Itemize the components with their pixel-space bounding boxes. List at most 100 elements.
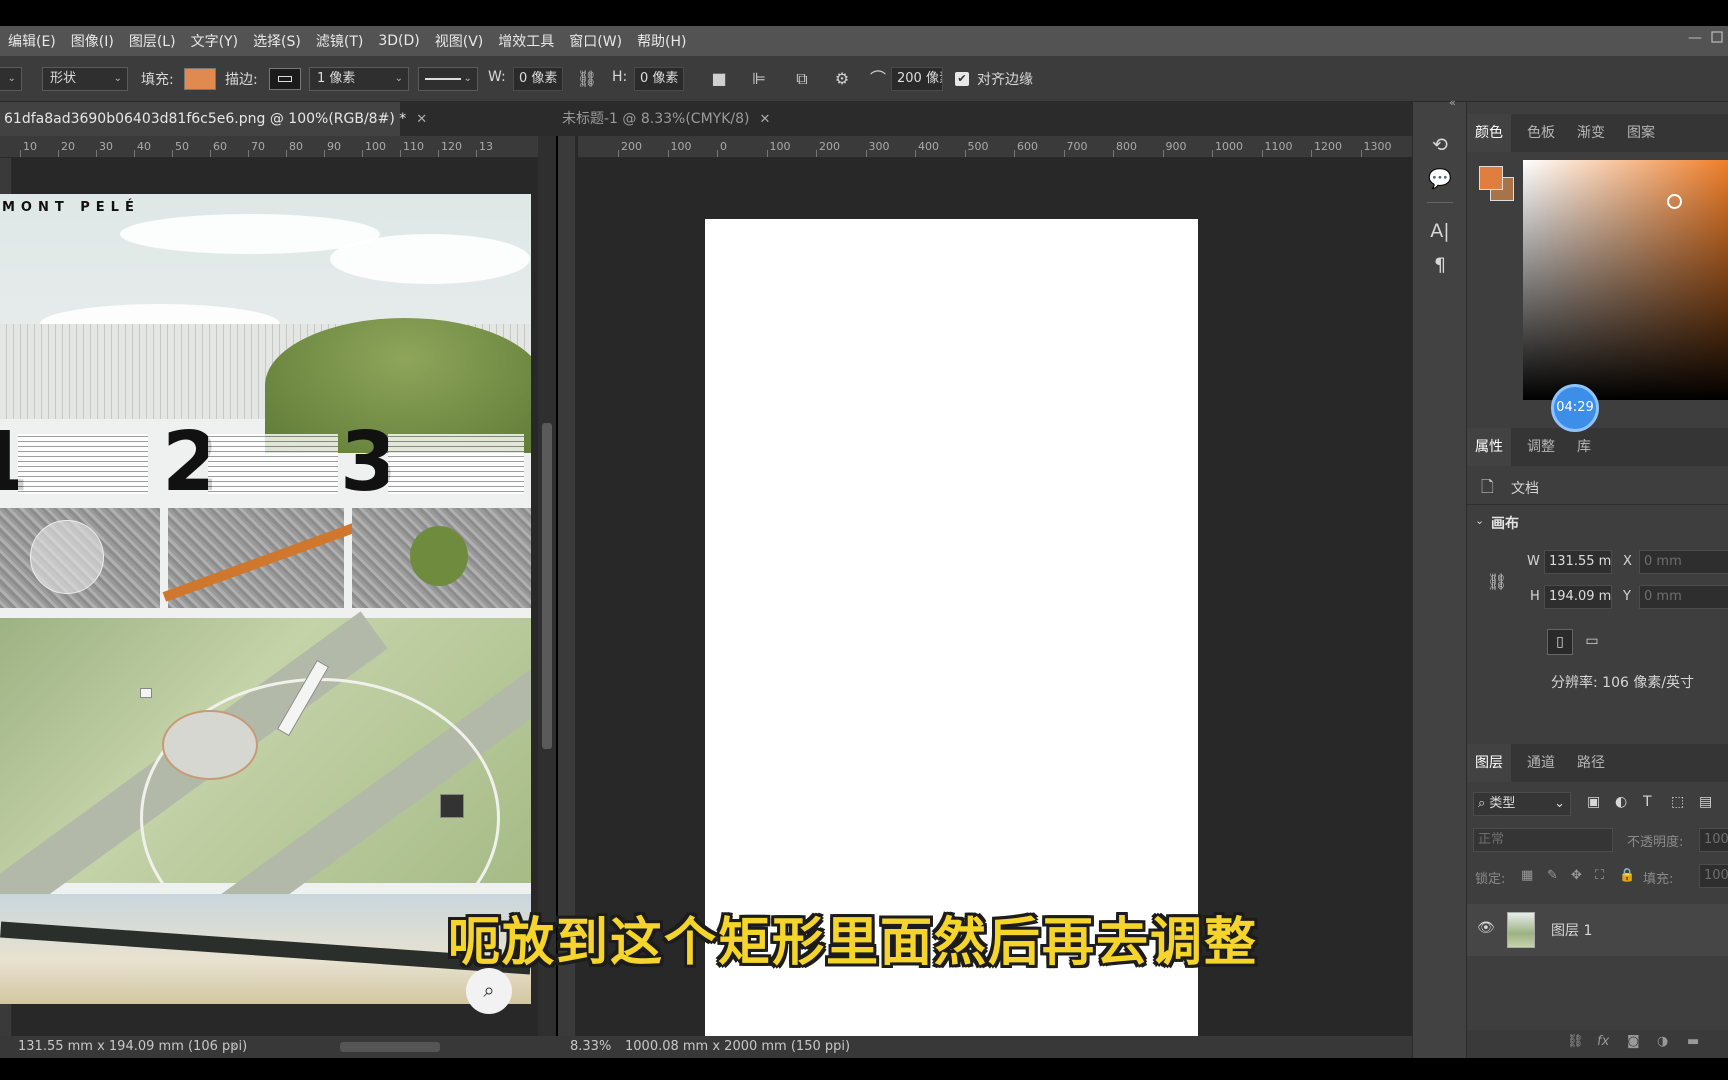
adjustment-layer-icon[interactable]: ◑ — [1657, 1034, 1668, 1049]
align-edges-checkbox[interactable]: ✔ — [955, 72, 969, 86]
stroke-width-value: 1 像素 — [317, 71, 356, 86]
gear-icon[interactable]: ⚙ — [831, 69, 853, 89]
menu-type[interactable]: 文字(Y) — [191, 31, 238, 51]
chevron-down-icon: ⌄ — [1554, 796, 1565, 811]
history-icon[interactable]: ⟲ — [1427, 132, 1453, 158]
path-arrangement-icon[interactable]: ⧉ — [790, 69, 814, 89]
shape-filter-icon[interactable]: ⬚ — [1671, 794, 1684, 810]
green-dome — [265, 318, 531, 453]
tab-gradients[interactable]: 渐变 — [1577, 114, 1605, 152]
opacity-input[interactable]: 100% — [1699, 828, 1728, 852]
ruler-tick-label: 30 — [99, 140, 113, 153]
close-icon[interactable]: ✕ — [759, 112, 770, 127]
comment-icon[interactable]: 💬 — [1427, 166, 1453, 192]
minimize-icon[interactable]: — — [1688, 30, 1702, 46]
ruler-tick-label: 800 — [1116, 140, 1137, 153]
tab-adjustments[interactable]: 调整 — [1527, 428, 1555, 466]
path-alignment-icon[interactable]: ⊫ — [748, 69, 770, 89]
canvas-height-input[interactable]: 194.09 mm — [1544, 585, 1612, 609]
lock-all-icon[interactable]: 🔒 — [1619, 868, 1635, 883]
paragraph-icon[interactable]: ¶ — [1427, 252, 1453, 278]
link-icon[interactable]: ⛓ — [1487, 572, 1507, 591]
menu-layer[interactable]: 图层(L) — [129, 31, 176, 51]
tool-preset-picker[interactable]: ⌄ — [0, 67, 22, 91]
ruler-tick-label: 110 — [403, 140, 424, 153]
tab-document-1[interactable]: 61dfa8ad3690b06403d81f6c5e6.png @ 100%(R… — [0, 102, 427, 136]
tab-paths[interactable]: 路径 — [1577, 744, 1605, 782]
close-icon[interactable]: ✕ — [416, 112, 427, 127]
canvas-width-input[interactable]: 131.55 mm — [1544, 550, 1612, 574]
menu-edit[interactable]: 编辑(E) — [8, 31, 56, 51]
height-input[interactable]: 0 像素 — [634, 67, 684, 91]
scrollbar-thumb[interactable] — [542, 423, 552, 749]
character-icon[interactable]: A| — [1427, 218, 1453, 244]
canvas-y-input[interactable]: 0 mm — [1639, 585, 1728, 609]
menu-image[interactable]: 图像(I) — [71, 31, 114, 51]
link-layers-icon[interactable]: ⛓ — [1567, 1034, 1584, 1049]
layer-filter-select[interactable]: ⌕ 类型 ⌄ — [1473, 792, 1571, 816]
menu-filter[interactable]: 滤镜(T) — [316, 31, 363, 51]
video-subtitle: 呃放到这个矩形里面然后再去调整 — [448, 913, 1259, 973]
portrait-orientation-icon[interactable]: ▯ — [1547, 629, 1573, 655]
doc1-size: 131.55 mm x 194.09 mm (106 ppi) — [18, 1039, 248, 1054]
foreground-color-swatch[interactable] — [1479, 166, 1503, 190]
mask-icon[interactable]: ◙ — [1627, 1034, 1640, 1049]
lock-position-icon[interactable]: ✥ — [1571, 868, 1582, 883]
tab-libraries[interactable]: 库 — [1577, 428, 1591, 466]
tab-document-2[interactable]: 未标题-1 @ 8.33%(CMYK/8) ✕ — [558, 102, 798, 136]
stroke-width-field[interactable]: 1 像素 ⌄ — [309, 67, 409, 91]
fill-input[interactable]: 100% — [1699, 864, 1728, 888]
fill-color-swatch[interactable] — [184, 68, 216, 90]
smart-object-filter-icon[interactable]: ▤ — [1699, 794, 1712, 810]
color-picker-handle[interactable] — [1667, 194, 1682, 209]
corner-radius-input[interactable]: 200 像素 — [891, 67, 943, 91]
document-icon: 🗋 — [1481, 477, 1494, 496]
lock-artboard-icon[interactable]: ⛶ — [1595, 868, 1604, 883]
poster-paragraph — [388, 434, 524, 494]
poster-title: MONT PELÉ — [2, 200, 140, 215]
color-field[interactable] — [1523, 160, 1728, 400]
landscape-orientation-icon[interactable]: ▭ — [1579, 629, 1605, 655]
lock-pixels-icon[interactable]: ✎ — [1547, 868, 1558, 883]
tab-swatches[interactable]: 色板 — [1527, 114, 1555, 152]
stroke-color-swatch[interactable] — [269, 68, 301, 90]
shape-mode-select[interactable]: 形状 ⌄ — [42, 67, 128, 91]
chevron-down-icon[interactable]: ⌄ — [1475, 514, 1484, 527]
lock-transparent-icon[interactable]: ▦ — [1521, 868, 1533, 883]
ruler-tick-label: 1000 — [1215, 140, 1243, 153]
menu-select[interactable]: 选择(S) — [253, 31, 301, 51]
width-input[interactable]: 0 像素 — [513, 67, 563, 91]
path-operations-icon[interactable]: ■ — [708, 69, 730, 89]
folder-icon[interactable]: ▬ — [1687, 1034, 1699, 1049]
menu-plugins[interactable]: 增效工具 — [498, 31, 554, 51]
tab-patterns[interactable]: 图案 — [1627, 114, 1655, 152]
collapse-icon[interactable]: « — [1449, 96, 1456, 109]
type-filter-icon[interactable]: T — [1643, 794, 1652, 810]
eye-icon[interactable]: 👁 — [1477, 920, 1495, 936]
menu-window[interactable]: 窗口(W) — [569, 31, 622, 51]
image-filter-icon[interactable]: ▣ — [1587, 794, 1600, 810]
layer-row[interactable]: 👁 图层 1 — [1467, 904, 1728, 956]
document-tab-bar: 61dfa8ad3690b06403d81f6c5e6.png @ 100%(R… — [0, 102, 1412, 136]
menu-view[interactable]: 视图(V) — [435, 31, 484, 51]
tab-properties[interactable]: 属性 — [1467, 428, 1511, 466]
link-icon[interactable]: ⛓ — [576, 69, 598, 89]
tab-layers[interactable]: 图层 — [1467, 744, 1511, 782]
maximize-icon[interactable] — [1710, 30, 1724, 44]
menu-help[interactable]: 帮助(H) — [637, 31, 686, 51]
adjustment-filter-icon[interactable]: ◐ — [1615, 794, 1627, 810]
tab-color[interactable]: 颜色 — [1467, 114, 1511, 152]
highlight-circle — [30, 520, 104, 594]
fx-icon[interactable]: fx — [1597, 1034, 1609, 1049]
ruler-tick-mark — [865, 150, 867, 157]
timer-badge: 04:29 — [1551, 384, 1599, 432]
stroke-type-select[interactable]: ⌄ — [418, 67, 478, 91]
menu-3d[interactable]: 3D(D) — [378, 33, 419, 49]
ruler-tick-mark — [476, 150, 477, 157]
blend-mode-select[interactable]: 正常 — [1473, 828, 1613, 852]
building — [140, 688, 152, 698]
canvas-x-input[interactable]: 0 mm — [1639, 550, 1728, 574]
tab-channels[interactable]: 通道 — [1527, 744, 1555, 782]
horizontal-scrollbar-thumb[interactable] — [340, 1042, 440, 1052]
chevron-left-icon[interactable]: ‹ — [232, 1039, 237, 1054]
